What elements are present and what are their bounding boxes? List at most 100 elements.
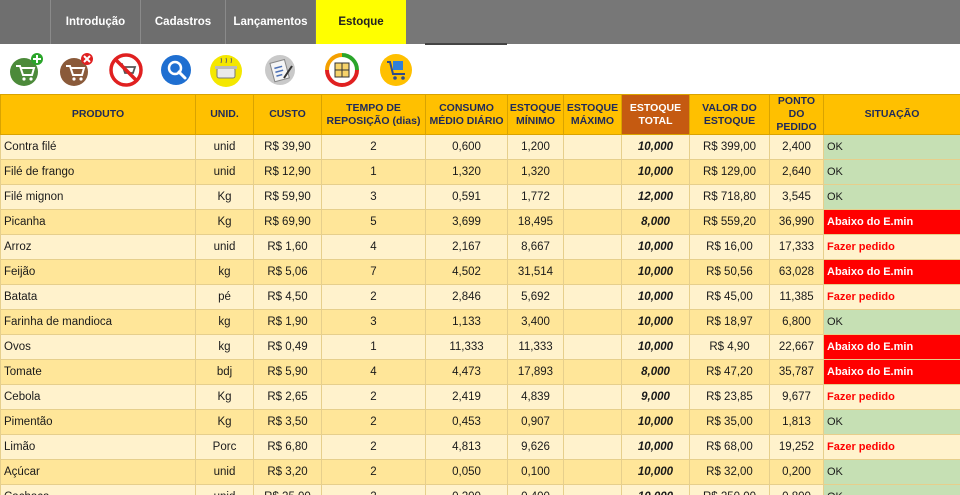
cell-estoque-maximo[interactable] [563, 234, 622, 260]
cell-estoque-minimo[interactable]: 1,200 [507, 134, 564, 160]
cell-ponto-pedido[interactable]: 63,028 [769, 259, 824, 285]
cell-unid[interactable]: Kg [195, 384, 254, 410]
cart-add-icon[interactable] [8, 52, 44, 88]
cell-ponto-pedido[interactable]: 11,385 [769, 284, 824, 310]
cell-tempo-reposicao[interactable]: 2 [321, 384, 426, 410]
cell-estoque-minimo[interactable]: 4,839 [507, 384, 564, 410]
cell-valor-estoque[interactable]: R$ 23,85 [689, 384, 770, 410]
cell-estoque-minimo[interactable]: 0,400 [507, 484, 564, 495]
cell-estoque-total[interactable]: 10,000 [621, 459, 690, 485]
cell-estoque-total[interactable]: 10,000 [621, 334, 690, 360]
cell-produto[interactable]: Picanha [0, 209, 196, 235]
cell-tempo-reposicao[interactable]: 1 [321, 334, 426, 360]
table-row[interactable]: Filé mignon Kg R$ 59,90 3 0,591 1,772 12,000 R$… [0, 184, 960, 210]
cell-valor-estoque[interactable]: R$ 18,97 [689, 309, 770, 335]
cell-valor-estoque[interactable]: R$ 47,20 [689, 359, 770, 385]
cell-produto[interactable]: Cebola [0, 384, 196, 410]
cell-tempo-reposicao[interactable]: 1 [321, 159, 426, 185]
cell-estoque-maximo[interactable] [563, 409, 622, 435]
table-row[interactable]: Contra filé unid R$ 39,90 2 0,600 1,200 10,000… [0, 134, 960, 160]
cell-estoque-maximo[interactable] [563, 334, 622, 360]
cell-estoque-maximo[interactable] [563, 184, 622, 210]
cell-custo[interactable]: R$ 1,90 [253, 309, 322, 335]
cell-estoque-minimo[interactable]: 1,772 [507, 184, 564, 210]
cell-valor-estoque[interactable]: R$ 129,00 [689, 159, 770, 185]
cell-tempo-reposicao[interactable]: 2 [321, 409, 426, 435]
cell-tempo-reposicao[interactable]: 5 [321, 209, 426, 235]
cell-estoque-minimo[interactable]: 9,626 [507, 434, 564, 460]
cell-consumo-medio[interactable]: 0,050 [425, 459, 508, 485]
cell-unid[interactable]: kg [195, 259, 254, 285]
cell-estoque-minimo[interactable]: 31,514 [507, 259, 564, 285]
table-row[interactable]: Feijão kg R$ 5,06 7 4,502 31,514 10,000 R$ 50,5… [0, 259, 960, 285]
cell-unid[interactable]: unid [195, 234, 254, 260]
cell-unid[interactable]: Kg [195, 409, 254, 435]
cell-consumo-medio[interactable]: 4,473 [425, 359, 508, 385]
table-row[interactable]: Açúcar unid R$ 3,20 2 0,050 0,100 10,000 R$ 32,… [0, 459, 960, 485]
cell-valor-estoque[interactable]: R$ 45,00 [689, 284, 770, 310]
cell-estoque-maximo[interactable] [563, 434, 622, 460]
cell-estoque-total[interactable]: 8,000 [621, 209, 690, 235]
cell-ponto-pedido[interactable]: 35,787 [769, 359, 824, 385]
cell-tempo-reposicao[interactable]: 4 [321, 359, 426, 385]
cell-estoque-maximo[interactable] [563, 134, 622, 160]
cell-estoque-minimo[interactable]: 5,692 [507, 284, 564, 310]
cell-consumo-medio[interactable]: 0,200 [425, 484, 508, 495]
cell-tempo-reposicao[interactable]: 2 [321, 284, 426, 310]
cell-custo[interactable]: R$ 1,60 [253, 234, 322, 260]
cell-unid[interactable]: Porc [195, 434, 254, 460]
table-row[interactable]: Arroz unid R$ 1,60 4 2,167 8,667 10,000 R$ 16,0… [0, 234, 960, 260]
col-header-situacao[interactable]: SITUAÇÃO [823, 94, 960, 135]
cell-estoque-maximo[interactable] [563, 484, 622, 495]
cell-produto[interactable]: Tomate [0, 359, 196, 385]
cell-situacao[interactable]: Abaixo do E.min [823, 359, 960, 385]
cell-consumo-medio[interactable]: 0,600 [425, 134, 508, 160]
cell-valor-estoque[interactable]: R$ 559,20 [689, 209, 770, 235]
cell-estoque-maximo[interactable] [563, 259, 622, 285]
cell-produto[interactable]: Batata [0, 284, 196, 310]
col-header-valor-estoque[interactable]: VALOR DO ESTOQUE [689, 94, 770, 135]
cell-custo[interactable]: R$ 2,65 [253, 384, 322, 410]
cell-estoque-total[interactable]: 10,000 [621, 309, 690, 335]
cell-estoque-minimo[interactable]: 0,100 [507, 459, 564, 485]
cell-ponto-pedido[interactable]: 0,800 [769, 484, 824, 495]
cell-custo[interactable]: R$ 3,50 [253, 409, 322, 435]
cell-situacao[interactable]: Fazer pedido [823, 434, 960, 460]
cell-custo[interactable]: R$ 69,90 [253, 209, 322, 235]
cell-valor-estoque[interactable]: R$ 50,56 [689, 259, 770, 285]
tab-estoque[interactable]: Estoque [316, 0, 406, 44]
cell-produto[interactable]: Filé mignon [0, 184, 196, 210]
cell-consumo-medio[interactable]: 2,846 [425, 284, 508, 310]
cell-produto[interactable]: Açúcar [0, 459, 196, 485]
cell-produto[interactable]: Limão [0, 434, 196, 460]
cell-situacao[interactable]: Abaixo do E.min [823, 209, 960, 235]
cell-produto[interactable]: Pimentão [0, 409, 196, 435]
search-icon[interactable] [158, 52, 194, 88]
cell-valor-estoque[interactable]: R$ 68,00 [689, 434, 770, 460]
cell-estoque-total[interactable]: 9,000 [621, 384, 690, 410]
cell-ponto-pedido[interactable]: 19,252 [769, 434, 824, 460]
cell-estoque-maximo[interactable] [563, 384, 622, 410]
cell-custo[interactable]: R$ 0,49 [253, 334, 322, 360]
cell-tempo-reposicao[interactable]: 2 [321, 484, 426, 495]
cell-consumo-medio[interactable]: 3,699 [425, 209, 508, 235]
cell-unid[interactable]: unid [195, 484, 254, 495]
table-row[interactable]: Limão Porc R$ 6,80 2 4,813 9,626 10,000 R$ 68,0… [0, 434, 960, 460]
cell-situacao[interactable]: Fazer pedido [823, 384, 960, 410]
checklist-icon[interactable] [262, 52, 298, 88]
cell-estoque-total[interactable]: 10,000 [621, 284, 690, 310]
table-row[interactable]: Pimentão Kg R$ 3,50 2 0,453 0,907 10,000 R$ 35,… [0, 409, 960, 435]
cell-consumo-medio[interactable]: 1,133 [425, 309, 508, 335]
tab-cadastros[interactable]: Cadastros [140, 0, 225, 44]
cart-remove-icon[interactable] [58, 52, 94, 88]
col-header-estoque-minimo[interactable]: ESTOQUE MÍNIMO [507, 94, 564, 135]
cell-ponto-pedido[interactable]: 6,800 [769, 309, 824, 335]
cell-unid[interactable]: unid [195, 159, 254, 185]
col-header-custo[interactable]: CUSTO [253, 94, 322, 135]
cell-ponto-pedido[interactable]: 22,667 [769, 334, 824, 360]
cell-unid[interactable]: unid [195, 134, 254, 160]
cell-estoque-total[interactable]: 10,000 [621, 259, 690, 285]
cell-estoque-total[interactable]: 10,000 [621, 159, 690, 185]
cell-custo[interactable]: R$ 39,90 [253, 134, 322, 160]
cell-estoque-minimo[interactable]: 8,667 [507, 234, 564, 260]
